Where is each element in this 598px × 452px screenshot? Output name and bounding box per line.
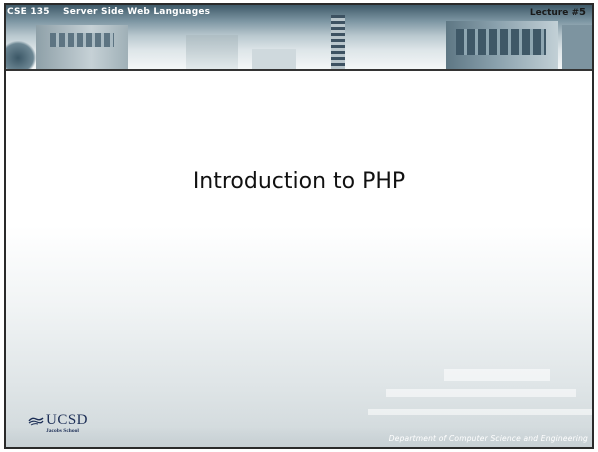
slide-title: Introduction to PHP bbox=[192, 169, 406, 194]
lecture-number: 5 bbox=[579, 7, 586, 18]
slide: CSE 135 Server Side Web Languages Lectur… bbox=[4, 3, 594, 449]
footer-department: Department of Computer Science and Engin… bbox=[388, 434, 588, 443]
header-building-image bbox=[562, 25, 592, 69]
ucsd-logo: UCSD Jacobs School bbox=[28, 412, 88, 434]
header-building-image bbox=[446, 21, 558, 69]
lecture-label: Lecture #5 bbox=[530, 7, 586, 18]
logo-name: UCSD bbox=[46, 412, 89, 428]
decorative-bar bbox=[444, 369, 550, 381]
course-title: CSE 135 Server Side Web Languages bbox=[7, 7, 211, 17]
header-building-image bbox=[252, 49, 296, 69]
ucsd-wave-icon bbox=[28, 416, 44, 425]
header-building-image bbox=[186, 35, 238, 69]
header-building-image bbox=[36, 25, 128, 69]
decorative-bar bbox=[386, 389, 576, 397]
lecture-label-text: Lecture # bbox=[529, 8, 580, 18]
slide-header: CSE 135 Server Side Web Languages Lectur… bbox=[6, 5, 592, 69]
decorative-bar bbox=[368, 409, 592, 415]
header-divider bbox=[6, 69, 592, 71]
header-tree-image bbox=[6, 41, 36, 69]
header-building-image bbox=[331, 15, 345, 69]
